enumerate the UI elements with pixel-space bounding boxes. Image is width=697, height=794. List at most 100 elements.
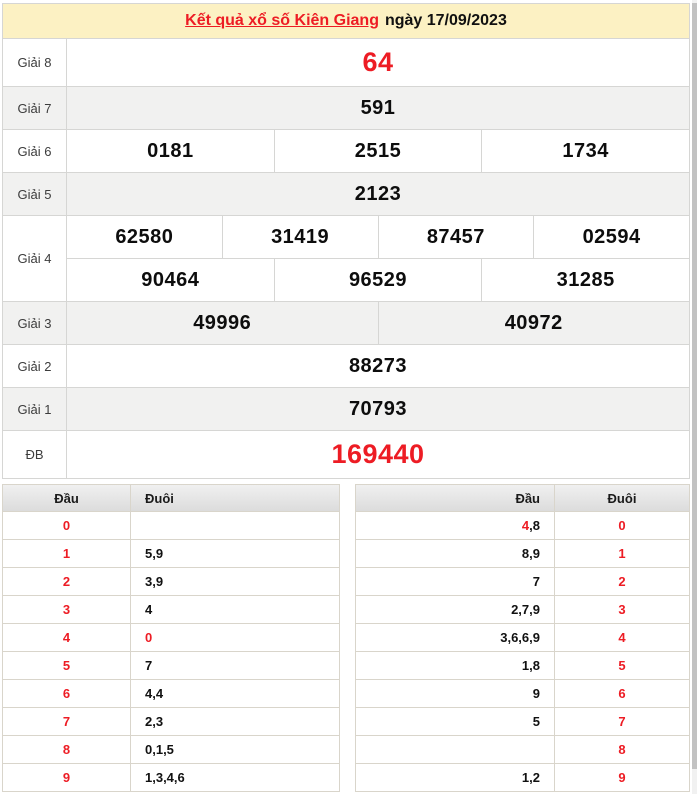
- tail-digit-cell: 0: [555, 512, 689, 539]
- tail-digit-cell: 4: [555, 624, 689, 651]
- tail-list-cell: 3,9: [131, 568, 339, 595]
- tail-list-cell: 4: [131, 596, 339, 623]
- prize-row-values: 591: [67, 87, 689, 129]
- prize-row: Giải 6 0181 2515 1734: [3, 130, 690, 172]
- prize-value: 49996: [67, 302, 378, 344]
- prize-row: Giải 5 2123: [3, 173, 689, 215]
- head-digit-cell: 3: [3, 596, 130, 623]
- head-digit-cell: 9: [3, 764, 130, 791]
- prize-value-group: 2123: [67, 173, 689, 215]
- prize-value-group: 49996 40972: [67, 302, 689, 344]
- prize-row: Giải 1 70793: [3, 388, 689, 430]
- head-list-text: ,8: [529, 518, 540, 533]
- prize-value: 87457: [378, 216, 534, 258]
- head-tail-row: 3,6,6,9 4: [356, 624, 689, 651]
- head-list-cell: 2,7,9: [356, 596, 554, 623]
- head-list-text: 1,2: [521, 770, 540, 785]
- head-digit-cell: 7: [3, 708, 130, 735]
- tail-digit-cell: 6: [555, 680, 689, 707]
- scrollbar-track[interactable]: [692, 0, 697, 794]
- prize-value: 2123: [67, 173, 689, 215]
- tail-digit-cell: 7: [555, 708, 689, 735]
- tail-list-cell: [131, 512, 339, 539]
- head-tail-row: 4,8 0: [356, 512, 689, 539]
- prize-row-values: 70793: [67, 388, 689, 430]
- head-list-cell: 3,6,6,9: [356, 624, 554, 651]
- prize-row-label: ĐB: [3, 431, 66, 478]
- prize-value: 62580: [67, 216, 222, 258]
- prize-row: Giải 3 49996 40972: [3, 302, 689, 344]
- prize-value-group: 64: [67, 39, 689, 86]
- tail-digit-cell: 3: [555, 596, 689, 623]
- prize-value: 2515: [274, 130, 482, 172]
- prize-value: 1734: [482, 130, 690, 172]
- tail-list-cell: 4,4: [131, 680, 339, 707]
- prize-value: 31285: [482, 259, 690, 301]
- head-list-cell: 1,2: [356, 764, 554, 791]
- prize-row: Giải 2 88273: [3, 345, 689, 387]
- head-tail-row: 0: [3, 512, 339, 539]
- head-tail-table-left: Đầu Đuôi 0 1 5,9 2 3,9 3 4 4 0 5 7 6 4,4 7 2,3 8 0,1,5 9 1,3…: [2, 484, 340, 792]
- head-tail-row: 8,9 1: [356, 540, 689, 567]
- tail-list-cell: 1,3,4,6: [131, 764, 339, 791]
- tail-digit-cell: 5: [555, 652, 689, 679]
- head-digit-cell: 8: [3, 736, 130, 763]
- prize-value: 96529: [274, 259, 482, 301]
- head-list-cell: 4,8: [356, 512, 554, 539]
- prize-value: 70793: [67, 388, 689, 430]
- prize-row-values: 64: [67, 39, 689, 86]
- head-tail-row: 1,8 5: [356, 652, 689, 679]
- head-column-header: Đầu: [356, 485, 554, 511]
- head-tail-row: 40: [3, 624, 339, 651]
- head-tail-row: 2,7,9 3: [356, 596, 689, 623]
- prize-row-values: 169440: [67, 431, 689, 478]
- prize-value-group: 0181 2515 1734: [67, 130, 690, 172]
- lottery-title-link[interactable]: Kết quả xổ số Kiên Giang: [185, 12, 379, 30]
- title-bar: Kết quả xổ số Kiên Giang ngày 17/09/2023: [3, 4, 689, 38]
- head-tail-row: 8 0,1,5: [3, 736, 339, 763]
- head-column-header: Đầu: [3, 485, 130, 511]
- prize-value-group: 62580 31419 87457 02594: [67, 216, 689, 258]
- head-list-cell: 7: [356, 568, 554, 595]
- prize-row: Giải 4 62580 31419 87457 02594 90464 96529 3128…: [3, 216, 690, 301]
- prize-row-label: Giải 4: [3, 216, 66, 301]
- head-tail-row: 7 2,3: [3, 708, 339, 735]
- prize-row-label: Giải 5: [3, 173, 66, 215]
- tail-column-header: Đuôi: [555, 485, 689, 511]
- prize-value: 40972: [378, 302, 689, 344]
- head-digit-cell: 2: [3, 568, 130, 595]
- head-list-cell: [356, 736, 554, 763]
- head-digit-cell: 5: [3, 652, 130, 679]
- prize-value: 169440: [67, 431, 689, 478]
- tail-digit-cell: 9: [555, 764, 689, 791]
- head-list-text: 3,6,6,9: [500, 630, 540, 645]
- head-tail-header-row: Đầu Đuôi: [3, 485, 339, 511]
- head-list-cell: 1,8: [356, 652, 554, 679]
- head-tail-row: 8: [356, 736, 689, 763]
- head-tail-row: 96: [356, 680, 689, 707]
- head-tail-section: Đầu Đuôi 0 1 5,9 2 3,9 3 4 4 0 5 7 6 4,4 7 2,3 8 0,1,5 9 1,3…: [2, 484, 690, 792]
- head-digit-cell: 6: [3, 680, 130, 707]
- head-tail-header-row: Đầu Đuôi: [356, 485, 689, 511]
- head-tail-row: 1,2 9: [356, 764, 689, 791]
- tail-digit-cell: 1: [555, 540, 689, 567]
- title-date: ngày 17/09/2023: [384, 12, 507, 29]
- head-digit-cell: 4: [3, 624, 130, 651]
- prize-row: Giải 7 591: [3, 87, 689, 129]
- tail-digit-cell: 8: [555, 736, 689, 763]
- prize-row-values: 49996 40972: [67, 302, 689, 344]
- head-tail-row: 57: [3, 652, 339, 679]
- prize-row-label: Giải 3: [3, 302, 66, 344]
- head-list-text: 9: [532, 686, 540, 701]
- tail-list-cell: 2,3: [131, 708, 339, 735]
- prize-value: 31419: [222, 216, 378, 258]
- head-digit-cell: 1: [3, 540, 130, 567]
- head-tail-row: 72: [356, 568, 689, 595]
- head-list-cell: 9: [356, 680, 554, 707]
- prize-value: 0181: [67, 130, 274, 172]
- scrollbar-thumb[interactable]: [692, 3, 697, 769]
- prize-row-label: Giải 6: [3, 130, 66, 172]
- tail-digit-cell: 2: [555, 568, 689, 595]
- prize-value: 88273: [67, 345, 689, 387]
- prize-value-group: 90464 96529 31285: [67, 259, 690, 301]
